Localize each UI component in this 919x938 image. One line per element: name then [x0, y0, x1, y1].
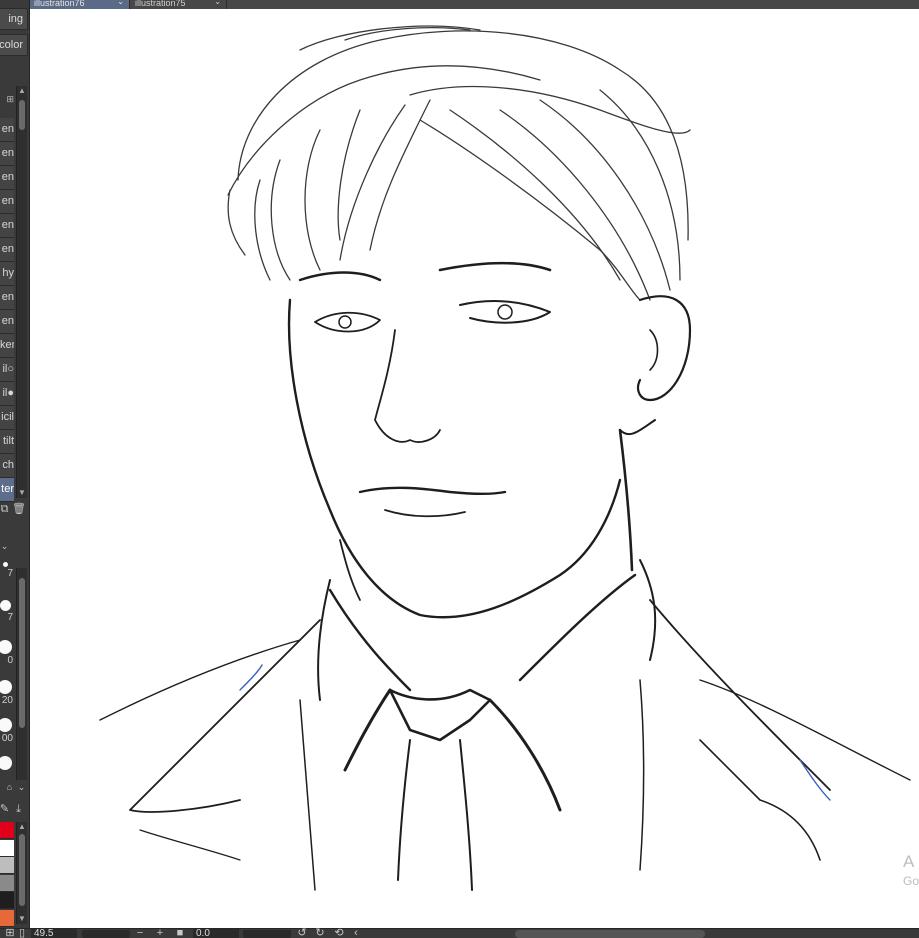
brush-size-item[interactable]: 20	[0, 680, 13, 706]
app-window: illustration76 ⌄ illustration75 ⌄ ing co…	[0, 0, 919, 938]
color-swatch[interactable]	[0, 857, 14, 874]
subtool-item[interactable]: en	[0, 238, 14, 262]
tool-button-color[interactable]: color	[0, 34, 28, 56]
subtool-item[interactable]: en	[0, 310, 14, 334]
brush-size-item[interactable]: 7	[0, 600, 13, 623]
subtool-item[interactable]: tilt	[0, 430, 14, 454]
eyedropper-icon[interactable]: ✎	[0, 803, 11, 816]
watermark-line1: A	[903, 852, 915, 871]
rotation-angle-input[interactable]: 0.0	[193, 929, 239, 938]
subtool-list: en en en en en en hy en en ker il○ il● icil tilt ch ter	[0, 118, 14, 502]
tab-illustration75[interactable]: illustration75 ⌄	[131, 0, 227, 9]
tab-illustration76[interactable]: illustration76 ⌄	[30, 0, 130, 9]
tool-button-drawing[interactable]: ing	[0, 8, 28, 30]
drawing-canvas[interactable]: A Go	[30, 9, 919, 928]
color-scrollbar[interactable]: ▲ ▼	[16, 822, 27, 924]
chevron-down-icon[interactable]: ⌄	[117, 0, 124, 6]
subtool-item[interactable]: en	[0, 214, 14, 238]
copy-subtool-icon[interactable]: ⧉	[0, 503, 11, 516]
fit-canvas-icon[interactable]: ■	[174, 928, 186, 938]
subtool-item[interactable]: en	[0, 190, 14, 214]
navigator-icon[interactable]: ⊞	[4, 928, 16, 938]
subtool-item[interactable]: en	[0, 286, 14, 310]
activation-watermark: A Go	[903, 851, 919, 889]
scroll-up-icon[interactable]: ▲	[17, 86, 27, 96]
subtool-item[interactable]: ter	[0, 478, 14, 502]
scroll-down-icon[interactable]: ▼	[17, 914, 27, 924]
brush-preview-dot	[0, 756, 12, 770]
download-icon[interactable]: ⤓	[12, 803, 25, 816]
chevron-down-icon[interactable]: ⌄	[214, 0, 221, 6]
scroll-thumb[interactable]	[19, 578, 25, 728]
brush-size-item[interactable]	[0, 756, 13, 770]
brush-preview-dot	[0, 718, 12, 732]
brush-size-item[interactable]: 7	[0, 562, 13, 579]
scroll-up-icon[interactable]: ▲	[17, 822, 27, 832]
tab-label: illustration75	[135, 0, 186, 8]
document-tab-bar: illustration76 ⌄ illustration75 ⌄	[30, 0, 919, 9]
status-bar: ⊞ ▯ 49.5 − + ■ 0.0 ↺ ↻ ⟲ ‹	[0, 928, 919, 938]
brush-size-value: 00	[1, 733, 13, 744]
brush-size-value: 0	[7, 655, 13, 666]
rotate-right-icon[interactable]: ↻	[314, 928, 326, 938]
subtool-item[interactable]: icil	[0, 406, 14, 430]
trash-icon[interactable]: ▯	[16, 928, 28, 938]
left-tool-panel: ing color ⊞ en en en en en en hy en en ker il○ il● i…	[0, 0, 30, 928]
chevron-down-icon[interactable]: ⌄	[15, 781, 28, 794]
subtool-scrollbar[interactable]: ▲ ▼	[16, 86, 27, 498]
brush-size-item[interactable]: 00	[0, 718, 13, 744]
color-swatch[interactable]	[0, 892, 14, 909]
scroll-thumb[interactable]	[19, 834, 25, 906]
subtool-item[interactable]: il●	[0, 382, 14, 406]
canvas-horizontal-scrollbar[interactable]	[515, 930, 705, 938]
zoom-input[interactable]: 49.5	[31, 929, 77, 938]
subtool-item[interactable]: en	[0, 142, 14, 166]
rotation-slider[interactable]	[243, 930, 291, 938]
brush-size-value: 7	[7, 612, 13, 623]
brush-size-item[interactable]: 0	[0, 640, 13, 666]
subtool-item[interactable]: ch	[0, 454, 14, 478]
subtool-menu-icon[interactable]: ⊞	[0, 94, 14, 114]
brush-size-scrollbar[interactable]	[16, 568, 27, 780]
flip-horizontal-icon[interactable]: ‹	[350, 928, 362, 938]
subtool-item[interactable]: en	[0, 166, 14, 190]
scroll-down-icon[interactable]: ▼	[17, 488, 27, 498]
scroll-thumb[interactable]	[19, 100, 25, 130]
trash-icon[interactable]: 🗑	[12, 503, 26, 516]
brush-preview-dot	[0, 640, 12, 654]
color-swatch[interactable]	[0, 822, 14, 839]
subtool-item[interactable]: hy	[0, 262, 14, 286]
tab-label: illustration76	[34, 0, 85, 8]
brush-preview-dot	[0, 680, 12, 694]
zoom-out-button[interactable]: −	[134, 928, 146, 938]
subtool-item[interactable]: en	[0, 118, 14, 142]
subtool-item[interactable]: ker	[0, 334, 14, 358]
brush-preview-dot	[2, 562, 8, 567]
reset-rotation-icon[interactable]: ⟲	[333, 928, 345, 938]
color-swatch[interactable]	[0, 839, 14, 857]
subtool-item[interactable]: il○	[0, 358, 14, 382]
brush-preview-dot	[0, 600, 11, 611]
color-swatch[interactable]	[0, 874, 14, 892]
brush-size-value: 20	[1, 695, 13, 706]
brush-size-value: 7	[7, 568, 13, 579]
sketch-artwork	[99, 25, 911, 891]
brush-panel-menu-icon[interactable]: ⌄	[0, 540, 11, 553]
watermark-line2: Go	[903, 874, 919, 888]
rotate-left-icon[interactable]: ↺	[296, 928, 308, 938]
zoom-in-button[interactable]: +	[154, 928, 166, 938]
zoom-slider[interactable]	[82, 930, 130, 938]
color-swatch[interactable]	[0, 909, 14, 927]
